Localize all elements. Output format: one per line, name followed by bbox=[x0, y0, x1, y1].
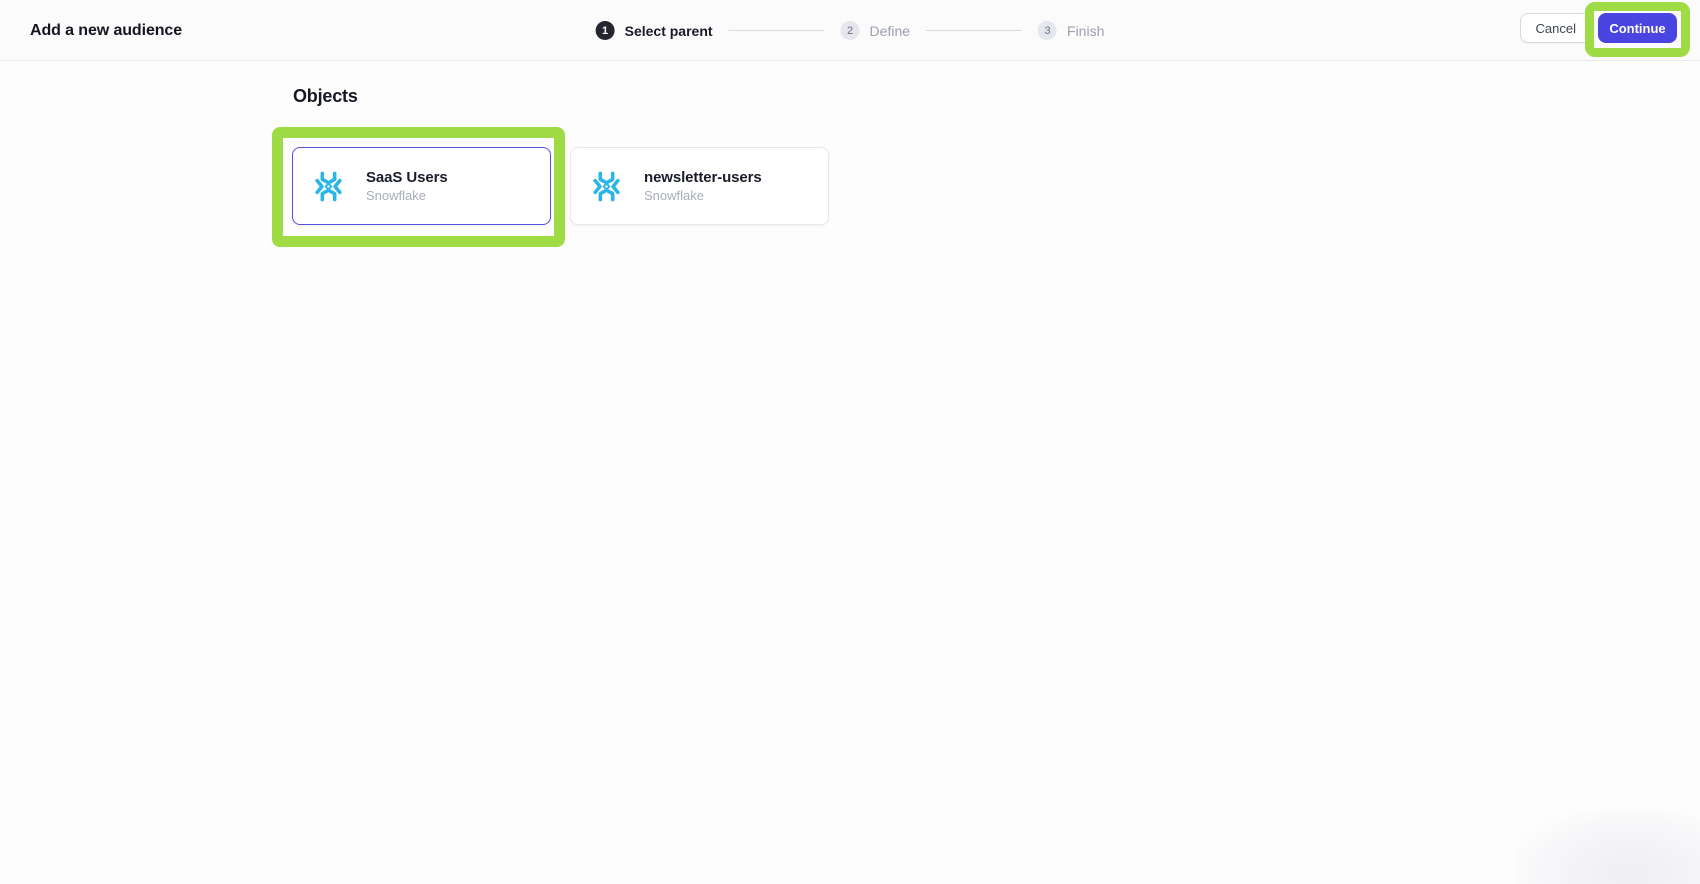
snowflake-icon bbox=[315, 171, 342, 201]
object-source: Snowflake bbox=[366, 188, 426, 203]
object-card-text: SaaS Users Snowflake bbox=[366, 169, 448, 203]
stepper-connector bbox=[728, 29, 825, 32]
object-card-newsletter-users[interactable]: newsletter-users Snowflake bbox=[570, 147, 829, 225]
stepper-step-define[interactable]: 2 Define bbox=[840, 21, 911, 40]
object-name: newsletter-users bbox=[644, 169, 762, 186]
step-1-label: Select parent bbox=[624, 22, 713, 39]
stepper-connector bbox=[926, 29, 1023, 32]
stepper-step-finish[interactable]: 3 Finish bbox=[1038, 21, 1104, 40]
snowflake-icon bbox=[593, 171, 620, 201]
step-3-label: Finish bbox=[1067, 22, 1105, 39]
object-card-saas-users[interactable]: SaaS Users Snowflake bbox=[292, 147, 551, 225]
object-name: SaaS Users bbox=[366, 169, 448, 186]
add-audience-screen: Add a new audience 1 Select parent 2 Def… bbox=[0, 0, 1700, 884]
stepper-step-select-parent[interactable]: 1 Select parent bbox=[595, 21, 713, 40]
object-card-text: newsletter-users Snowflake bbox=[644, 169, 762, 203]
step-2-badge: 2 bbox=[840, 21, 860, 40]
step-2-label: Define bbox=[869, 22, 911, 39]
objects-heading: Objects bbox=[293, 86, 358, 106]
object-source: Snowflake bbox=[644, 188, 704, 203]
cancel-button[interactable]: Cancel bbox=[1519, 13, 1592, 43]
continue-button[interactable]: Continue bbox=[1598, 13, 1677, 43]
corner-widget-shadow bbox=[1515, 809, 1700, 884]
step-3-badge: 3 bbox=[1038, 21, 1058, 40]
stepper: 1 Select parent 2 Define 3 Finish bbox=[595, 0, 1104, 61]
step-1-badge: 1 bbox=[595, 21, 615, 40]
header: Add a new audience 1 Select parent 2 Def… bbox=[0, 0, 1700, 61]
page-title: Add a new audience bbox=[30, 21, 183, 39]
